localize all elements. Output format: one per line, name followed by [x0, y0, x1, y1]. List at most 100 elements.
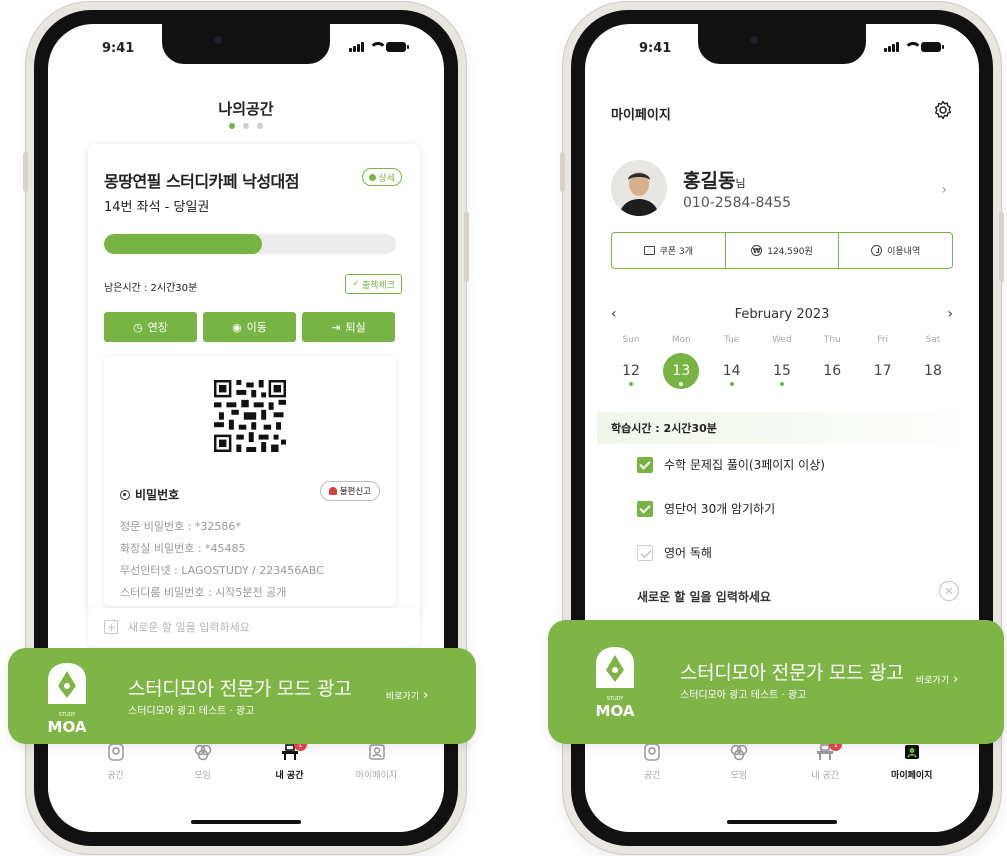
new-todo-input[interactable]: 새로운 할 일을 입력하세요	[637, 588, 771, 605]
time-progress-bar	[104, 234, 396, 254]
checkout-label: 출첵체크	[361, 280, 395, 291]
user-photo	[611, 160, 667, 216]
page-dot[interactable]	[243, 123, 249, 129]
ad-cta[interactable]: 바로가기 ›	[386, 688, 428, 703]
activity-dot	[729, 382, 734, 386]
checkbox[interactable]	[637, 456, 653, 473]
profile-chevron-icon[interactable]: ›	[941, 182, 947, 198]
logo-text: MOA	[48, 718, 87, 734]
page-dot-active[interactable]	[229, 123, 235, 129]
extend-label: 연장	[147, 321, 168, 334]
exit-icon: ⇥	[331, 320, 341, 334]
calendar-day[interactable]: Tue 14	[712, 335, 752, 389]
password-line: 무선인터넷 : LAGOSTUDY / 223456ABC	[120, 564, 324, 577]
date-text: 17	[873, 363, 892, 379]
activity-dot	[679, 382, 684, 386]
move-label: 이동	[246, 321, 267, 334]
ad-banner-left[interactable]: STUDY MOA 스터디모아 전문가 모드 광고 스터디모아 광고 테스트 ·…	[8, 648, 476, 744]
ad-headline: 스터디모아 전문가 모드 광고	[128, 678, 352, 700]
avatar[interactable]	[611, 160, 667, 216]
password-line: 스터디룸 비밀번호 : 시작5분전 공개	[120, 586, 287, 599]
battery-icon	[386, 41, 409, 52]
tab-mypage[interactable]: 마이페이지	[337, 742, 417, 781]
user-phone: 010-2584-8455	[683, 195, 792, 211]
tab-space[interactable]: 공간	[612, 742, 692, 781]
points-label: 124,590원	[767, 247, 813, 257]
tab-my-space[interactable]: 1 내 공간	[250, 729, 330, 781]
home-indicator	[727, 820, 837, 824]
tab-bar: 공간 모임 1 내 공간 마이페이지	[48, 729, 444, 832]
next-week-chevron-icon[interactable]: ›	[947, 306, 953, 322]
tab-mypage[interactable]: 마이페이지	[872, 729, 952, 781]
weekday-label: Mon	[671, 335, 691, 345]
report-button[interactable]: 불편신고	[319, 481, 380, 501]
seat-card: 몽땅연필 스터디카페 낙성대점 상세 14번 좌석 - 당일권 남은시간 : 2…	[88, 144, 420, 616]
history-button[interactable]: 이용내역	[838, 233, 952, 268]
todo-input[interactable]: 새로운 할 일을 입력하세요	[88, 608, 420, 646]
ad-banner-right[interactable]: STUDY MOA 스터디모아 전문가 모드 광고 스터디모아 광고 테스트 ·…	[548, 620, 1004, 744]
calendar-day[interactable]: Fri 17	[863, 335, 903, 389]
page-dot[interactable]	[257, 123, 263, 129]
checkout-button[interactable]: ✓ 출첵체크	[345, 274, 402, 294]
todo-item[interactable]: 영단어 30개 암기하기	[637, 500, 775, 517]
date-text: 12	[622, 363, 640, 379]
points-button[interactable]: ₩ 124,590원	[724, 233, 839, 268]
weekday-label: Tue	[723, 335, 740, 345]
space-icon	[107, 743, 124, 761]
date-number: 18	[915, 353, 951, 389]
week-strip: Sun 12 Mon 13 Tue 14 Wed 15 Thu 16 Fri 17 Sat 1…	[611, 335, 953, 389]
clear-x-icon[interactable]: ✕	[939, 581, 959, 601]
move-button[interactable]: ◉ 이동	[203, 312, 296, 342]
calendar-day[interactable]: Sat 18	[913, 335, 953, 389]
calendar-day[interactable]: Thu 16	[812, 335, 852, 389]
calendar-day[interactable]: Sun 12	[611, 335, 651, 389]
checkbox[interactable]	[637, 544, 653, 561]
weekday-label: Fri	[877, 335, 888, 345]
tab-list: 공간 모임 1 내 공간 마이페이지	[609, 729, 955, 781]
tab-group[interactable]: 모임	[163, 742, 243, 781]
checkbox[interactable]	[637, 500, 653, 517]
todo-item[interactable]: 영어 독해	[637, 544, 712, 561]
won-icon: ₩	[751, 245, 763, 256]
side-button	[999, 212, 1004, 282]
home-indicator	[191, 820, 301, 824]
group-icon	[730, 744, 747, 761]
studymoa-logo-icon: STUDY MOA	[48, 663, 87, 734]
activity-dot	[629, 382, 633, 386]
info-icon	[369, 173, 377, 181]
tab-space[interactable]: 공간	[76, 742, 156, 781]
qr-code[interactable]	[214, 380, 286, 452]
calendar-day[interactable]: Mon 13	[661, 335, 701, 389]
date-number: 15	[764, 353, 800, 389]
tab-label: 모임	[730, 771, 748, 781]
exit-label: 퇴실	[345, 321, 366, 334]
date-text: 15	[773, 363, 791, 379]
battery-icon	[921, 41, 944, 52]
studymoa-logo-icon: STUDY MOA	[596, 647, 635, 718]
status-time: 9:41	[102, 41, 135, 56]
signal-icon	[884, 41, 899, 52]
exit-button[interactable]: ⇥ 퇴실	[302, 312, 395, 342]
tab-label: 마이페이지	[355, 771, 398, 781]
page-indicator[interactable]	[48, 123, 444, 129]
tab-label: 공간	[107, 771, 124, 781]
progress-fill	[104, 234, 262, 254]
target-icon	[120, 489, 130, 500]
report-label: 불편신고	[339, 487, 371, 497]
detail-button[interactable]: 상세	[362, 168, 402, 186]
user-name: 홍길동님	[683, 166, 746, 193]
date-text: 13	[672, 363, 691, 379]
ad-cta[interactable]: 바로가기 ›	[916, 672, 958, 687]
calendar-day[interactable]: Wed 15	[762, 335, 802, 389]
todo-item[interactable]: 수학 문제집 풀이(3페이지 이상)	[637, 456, 825, 473]
coupon-button[interactable]: 쿠폰 3개	[612, 233, 725, 268]
tab-group[interactable]: 모임	[699, 742, 779, 781]
tab-bar: 공간 모임 1 내 공간 마이페이지	[585, 729, 979, 832]
prev-week-chevron-icon[interactable]: ‹	[611, 306, 617, 322]
page-title: 마이페이지	[611, 108, 671, 123]
tab-my-space[interactable]: 1 내 공간	[785, 738, 865, 781]
detail-label: 상세	[378, 173, 395, 184]
action-buttons: ◷ 연장 ◉ 이동 ⇥ 퇴실	[104, 312, 395, 342]
settings-gear-icon[interactable]	[933, 100, 953, 120]
extend-button[interactable]: ◷ 연장	[104, 312, 197, 342]
